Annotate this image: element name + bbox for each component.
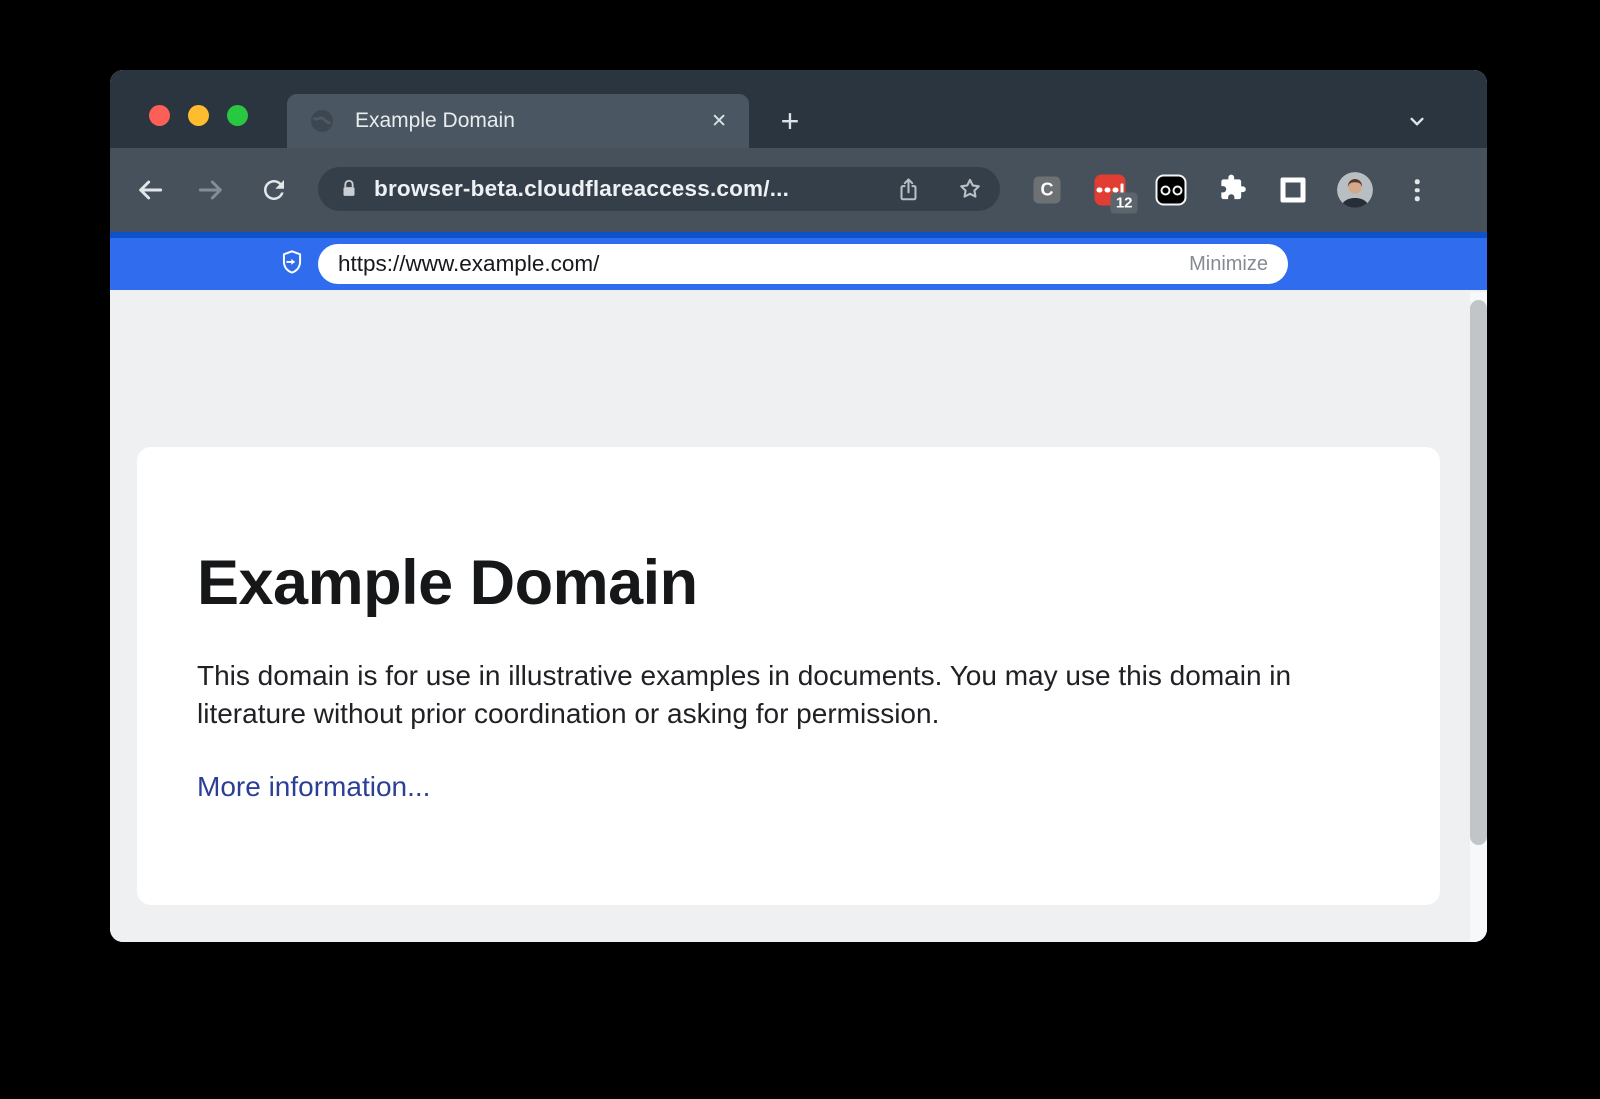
password-dots-icon: 12	[1095, 175, 1126, 206]
extension-oo-button[interactable]	[1156, 175, 1187, 206]
reload-button[interactable]	[259, 175, 289, 205]
extension-badge: 12	[1111, 193, 1138, 214]
window-zoom-button[interactable]	[227, 105, 248, 126]
tab-close-icon[interactable]: ✕	[711, 110, 727, 133]
double-circle-icon	[1156, 175, 1187, 206]
extension-c-button[interactable]: C	[1034, 177, 1061, 204]
share-icon[interactable]	[895, 176, 922, 203]
shield-arrow-icon	[278, 249, 306, 284]
minimize-button[interactable]: Minimize	[1189, 253, 1268, 276]
isolation-url-value: https://www.example.com/	[338, 251, 599, 277]
extensions-menu-button[interactable]	[1219, 174, 1247, 207]
bookmark-star-icon[interactable]	[956, 175, 984, 203]
extension-c-label: C	[1041, 180, 1054, 201]
window-minimize-button[interactable]	[188, 105, 209, 126]
browser-menu-button[interactable]	[1415, 179, 1420, 201]
tab-title: Example Domain	[355, 109, 515, 133]
profile-avatar[interactable]	[1337, 172, 1373, 208]
tab-example-domain[interactable]: Example Domain ✕	[287, 94, 749, 148]
address-bar-url: browser-beta.cloudflareaccess.com/...	[374, 176, 789, 202]
side-panel-icon	[1281, 178, 1306, 203]
page-heading: Example Domain	[197, 547, 1380, 619]
puzzle-icon	[1219, 174, 1247, 202]
browser-toolbar: browser-beta.cloudflareaccess.com/... C …	[110, 148, 1487, 232]
more-information-link[interactable]: More information...	[197, 771, 430, 803]
scrollbar-track[interactable]	[1470, 292, 1487, 942]
window-controls	[149, 105, 248, 126]
content-card: Example Domain This domain is for use in…	[137, 447, 1440, 905]
back-button[interactable]	[134, 174, 166, 206]
lock-icon[interactable]	[338, 178, 360, 200]
forward-button[interactable]	[195, 174, 227, 206]
scrollbar-thumb[interactable]	[1470, 300, 1487, 845]
isolation-bar: https://www.example.com/ Minimize	[110, 232, 1487, 290]
new-tab-button[interactable]: +	[772, 103, 808, 139]
avatar-photo-icon	[1337, 172, 1373, 208]
tab-strip: Example Domain ✕ +	[110, 70, 1487, 148]
page-body-text: This domain is for use in illustrative e…	[197, 657, 1337, 733]
tab-search-chevron-icon[interactable]	[1399, 108, 1435, 134]
globe-favicon-icon	[309, 108, 335, 134]
extension-password-button[interactable]: 12	[1095, 175, 1126, 206]
window-close-button[interactable]	[149, 105, 170, 126]
side-panel-button[interactable]	[1281, 178, 1306, 203]
isolation-url-input[interactable]: https://www.example.com/ Minimize	[318, 244, 1288, 284]
page-viewport: Example Domain This domain is for use in…	[110, 290, 1487, 942]
browser-window: Example Domain ✕ +	[110, 70, 1487, 942]
address-bar[interactable]: browser-beta.cloudflareaccess.com/...	[318, 167, 1000, 211]
desktop-background: Example Domain ✕ +	[0, 0, 1600, 1099]
